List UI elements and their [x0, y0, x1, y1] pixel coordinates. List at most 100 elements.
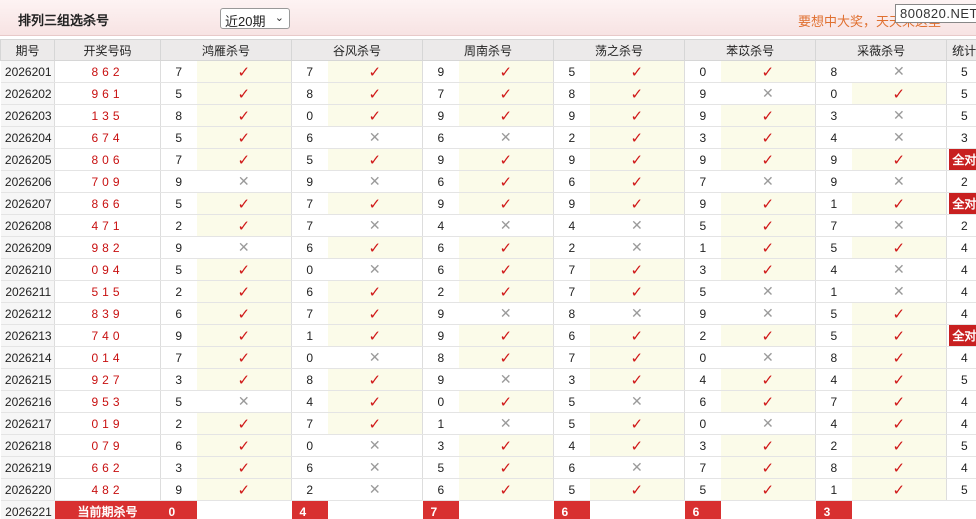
result-cell: ✓	[327, 390, 424, 413]
kill-number-cell: 6	[422, 170, 459, 193]
all-correct-badge: 全对	[949, 325, 976, 346]
winning-number-cell: 482	[54, 478, 161, 501]
kill-number-cell: 2	[291, 478, 328, 501]
issue-cell: 2026207	[0, 192, 55, 215]
result-cell: ✓	[851, 434, 948, 457]
kill-number-cell: 0	[684, 60, 721, 83]
check-icon: ✓	[237, 107, 251, 125]
kill-number-cell: 5	[160, 390, 197, 413]
kill-number-cell: 3	[422, 434, 459, 457]
kill-number-cell: 3	[553, 368, 590, 391]
cross-icon: ✕	[761, 283, 774, 299]
result-cell: ✓	[196, 104, 293, 127]
cross-icon: ✕	[630, 305, 643, 321]
hit-count: 5	[961, 438, 968, 453]
check-icon: ✓	[237, 437, 251, 455]
hit-count: 4	[961, 394, 968, 409]
issue-cell: 2026217	[0, 412, 55, 435]
issue-cell: 2026211	[0, 280, 55, 303]
check-icon: ✓	[630, 327, 644, 345]
result-cell: ✓	[851, 192, 948, 215]
kill-number-cell: 6	[422, 126, 459, 149]
result-cell: ✓	[458, 456, 555, 479]
result-cell: ✕	[458, 214, 555, 237]
issue-cell: 2026221	[0, 500, 55, 519]
check-icon: ✓	[237, 305, 251, 323]
result-cell: ✓	[589, 104, 686, 127]
check-icon: ✓	[761, 459, 775, 477]
empty-cell	[721, 501, 816, 519]
kill-number-cell: 9	[291, 170, 328, 193]
check-icon: ✓	[630, 261, 644, 279]
period-select[interactable]: 近20期 ⌄	[220, 8, 290, 29]
check-icon: ✓	[499, 459, 513, 477]
result-cell: ✓	[327, 302, 424, 325]
result-cell: ✓	[589, 148, 686, 171]
stats-cell: 5	[946, 434, 976, 457]
result-cell: ✓	[851, 456, 948, 479]
hit-count: 4	[961, 284, 968, 299]
cross-icon: ✕	[892, 173, 905, 189]
table-row: 2026212 839 6 ✓ 7 ✓ 9 ✕ 8 ✕ 9 ✕ 5 ✓ 4	[0, 302, 976, 325]
check-icon: ✓	[237, 151, 251, 169]
result-cell: ✓	[720, 60, 817, 83]
winning-number-cell: 740	[54, 324, 161, 347]
result-cell: ✓	[458, 434, 555, 457]
check-icon: ✓	[630, 173, 644, 191]
result-cell: ✕	[720, 412, 817, 435]
table-row: 2026204 674 5 ✓ 6 ✕ 6 ✕ 2 ✓ 3 ✓ 4 ✕ 3	[0, 126, 976, 149]
result-cell: ✕	[327, 126, 424, 149]
result-cell: ✕	[327, 170, 424, 193]
cross-icon: ✕	[892, 283, 905, 299]
result-cell: ✓	[720, 236, 817, 259]
header-issue: 期号	[0, 39, 55, 61]
kill-number-cell: 0	[291, 258, 328, 281]
empty-cell	[852, 501, 947, 519]
stats-cell: 5	[946, 368, 976, 391]
winning-number-cell: 515	[54, 280, 161, 303]
result-cell: ✕	[458, 412, 555, 435]
cross-icon: ✕	[499, 129, 512, 145]
result-cell: ✓	[720, 214, 817, 237]
kill-number-cell: 5	[160, 258, 197, 281]
hit-count: 4	[961, 306, 968, 321]
check-icon: ✓	[892, 305, 906, 323]
kill-number-cell: 7	[815, 390, 852, 413]
check-icon: ✓	[499, 437, 513, 455]
winning-number-cell: 094	[54, 258, 161, 281]
result-cell: ✓	[327, 82, 424, 105]
winning-number-cell: 014	[54, 346, 161, 369]
cross-icon: ✕	[368, 217, 381, 233]
kill-number-cell: 6	[291, 280, 328, 303]
kill-number-cell: 3	[684, 126, 721, 149]
cross-icon: ✕	[761, 349, 774, 365]
kill-number-cell: 9	[422, 60, 459, 83]
header-expert-1: 鸿雁杀号	[159, 39, 293, 61]
result-cell: ✓	[589, 192, 686, 215]
issue-cell: 2026213	[0, 324, 55, 347]
check-icon: ✓	[237, 371, 251, 389]
check-icon: ✓	[237, 327, 251, 345]
result-cell: ✕	[720, 302, 817, 325]
hit-count: 4	[961, 262, 968, 277]
kill-number-cell: 7	[291, 302, 328, 325]
result-cell: ✓	[720, 434, 817, 457]
kill-number-cell: 5	[160, 192, 197, 215]
kill-number-cell: 2	[553, 126, 590, 149]
result-cell: ✓	[851, 148, 948, 171]
check-icon: ✓	[237, 459, 251, 477]
kill-number-cell: 5	[553, 390, 590, 413]
result-cell: ✕	[458, 302, 555, 325]
check-icon: ✓	[499, 85, 513, 103]
cross-icon: ✕	[368, 173, 381, 189]
check-icon: ✓	[499, 63, 513, 81]
kill-number-cell: 2	[160, 214, 197, 237]
kill-number-cell: 1	[684, 236, 721, 259]
kill-number-cell: 1	[291, 324, 328, 347]
result-cell: ✓	[327, 412, 424, 435]
issue-cell: 2026218	[0, 434, 55, 457]
kill-number-cell: 5	[553, 478, 590, 501]
kill-number-cell: 7	[291, 412, 328, 435]
site-watermark: 800820.NET	[895, 4, 976, 23]
empty-cell	[328, 501, 423, 519]
